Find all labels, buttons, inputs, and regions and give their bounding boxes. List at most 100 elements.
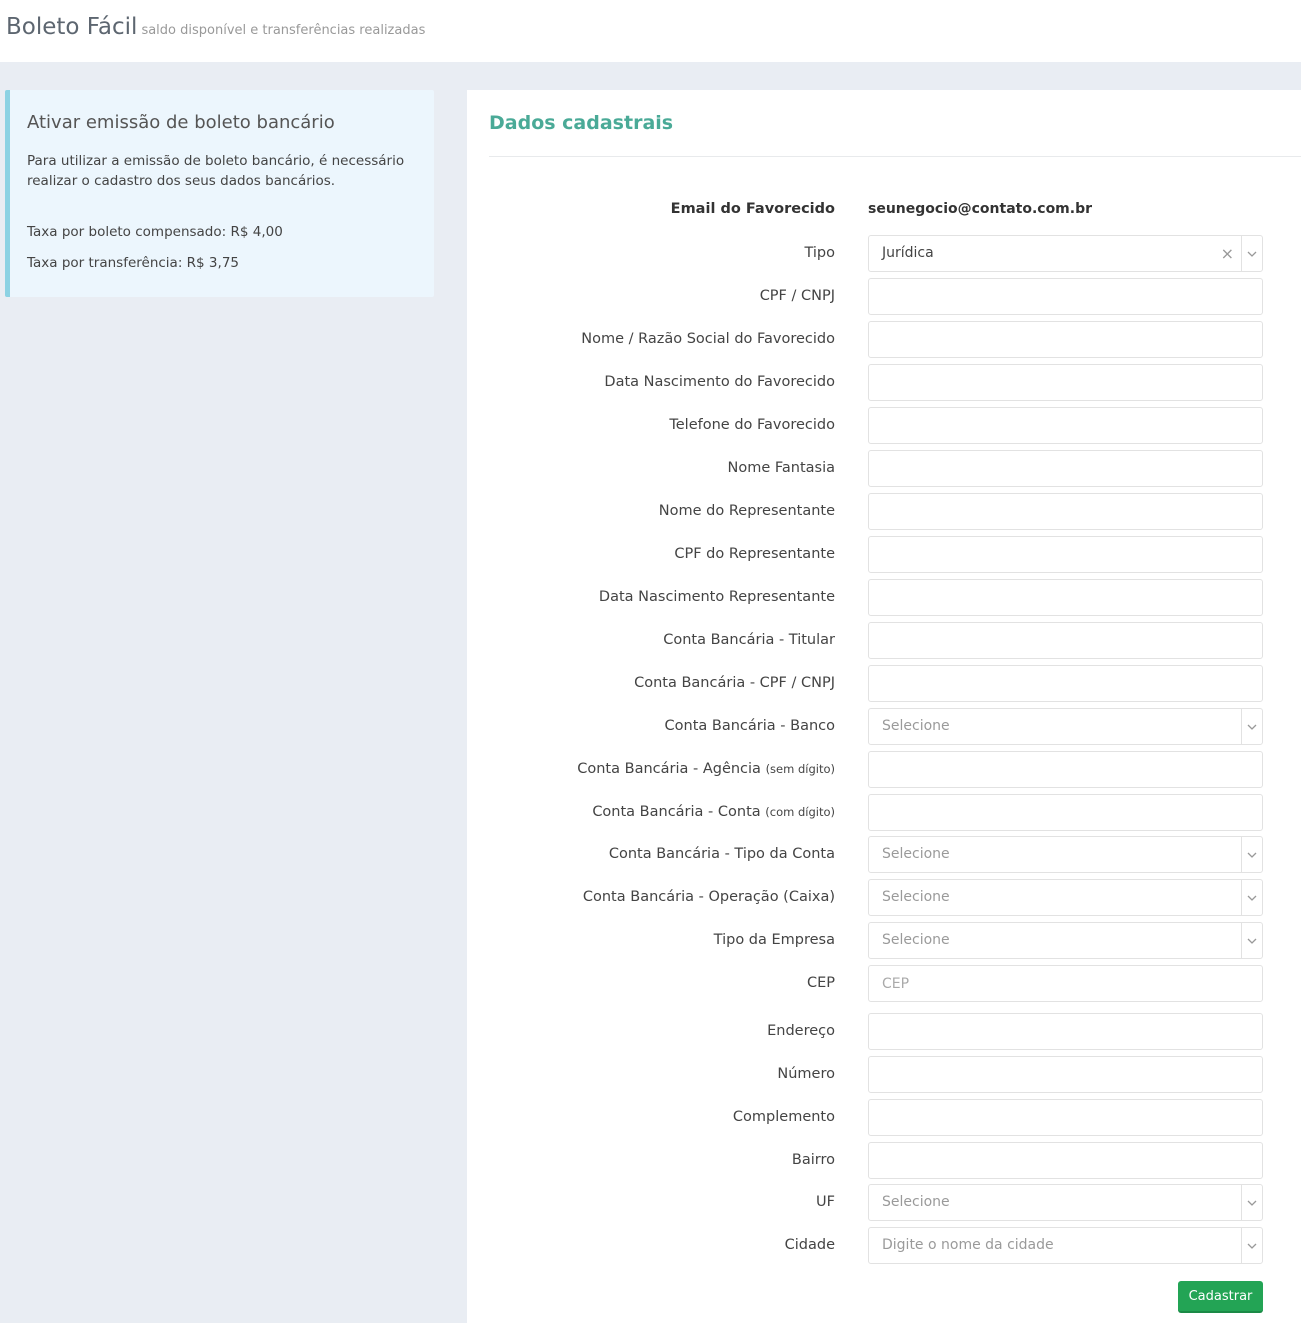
- row-email: Email do Favorecido seunegocio@contato.c…: [467, 191, 1301, 228]
- label-conta: Conta Bancária - Conta (com dígito): [592, 794, 835, 831]
- row-complemento: Complemento: [467, 1099, 1301, 1136]
- label-nome-razao: Nome / Razão Social do Favorecido: [581, 331, 835, 347]
- label-uf: UF: [816, 1194, 835, 1210]
- nome-rep-input[interactable]: [868, 493, 1263, 530]
- cpf-cnpj-input[interactable]: [868, 278, 1263, 315]
- label-agencia-text: Conta Bancária - Agência: [577, 761, 761, 777]
- label-bairro: Bairro: [791, 1152, 835, 1168]
- data-nasc-input[interactable]: [868, 364, 1263, 401]
- uf-select[interactable]: Selecione: [868, 1184, 1263, 1221]
- label-cpf-rep: CPF do Representante: [674, 546, 835, 562]
- tipo-select-value: Jurídica: [882, 245, 934, 261]
- row-endereco: Endereço: [467, 1013, 1301, 1050]
- telefone-input[interactable]: [868, 407, 1263, 444]
- tipo-conta-select-value: Selecione: [882, 846, 950, 862]
- chevron-down-icon[interactable]: [1241, 1228, 1262, 1263]
- tipo-select[interactable]: Jurídica ×: [868, 235, 1263, 272]
- label-operacao: Conta Bancária - Operação (Caixa): [582, 889, 835, 905]
- uf-select-value: Selecione: [882, 1194, 950, 1210]
- row-nome-rep: Nome do Representante: [467, 493, 1301, 530]
- row-cidade: Cidade Digite o nome da cidade: [467, 1227, 1301, 1264]
- cadastrar-button[interactable]: Cadastrar: [1178, 1281, 1263, 1313]
- label-nome-fantasia: Nome Fantasia: [727, 460, 836, 476]
- conta-input[interactable]: [868, 794, 1263, 831]
- chevron-down-icon[interactable]: [1241, 923, 1262, 958]
- conta-cpf-input[interactable]: [868, 665, 1263, 702]
- chevron-down-icon[interactable]: [1241, 837, 1262, 872]
- label-tipo-conta: Conta Bancária - Tipo da Conta: [608, 846, 835, 862]
- label-agencia-hint: (sem dígito): [765, 762, 835, 776]
- label-data-nasc-rep: Data Nascimento Representante: [598, 589, 835, 605]
- fee-boleto: Taxa por boleto compensado: R$ 4,00: [27, 224, 283, 240]
- label-endereco: Endereço: [767, 1023, 835, 1039]
- info-box: Ativar emissão de boleto bancário Para u…: [5, 90, 434, 297]
- label-data-nasc: Data Nascimento do Favorecido: [604, 374, 835, 390]
- label-telefone: Telefone do Favorecido: [669, 417, 835, 433]
- clear-icon[interactable]: ×: [1221, 236, 1234, 271]
- numero-input[interactable]: [868, 1056, 1263, 1093]
- row-banco: Conta Bancária - Banco Selecione: [467, 708, 1301, 745]
- row-cpf-cnpj: CPF / CNPJ: [467, 278, 1301, 315]
- label-cpf-cnpj: CPF / CNPJ: [759, 288, 835, 304]
- cidade-select[interactable]: Digite o nome da cidade: [868, 1227, 1263, 1264]
- label-cep: CEP: [806, 975, 835, 991]
- row-telefone: Telefone do Favorecido: [467, 407, 1301, 444]
- chevron-down-icon[interactable]: [1241, 709, 1262, 744]
- row-conta: Conta Bancária - Conta (com dígito): [467, 794, 1301, 831]
- label-complemento: Complemento: [732, 1109, 835, 1125]
- label-banco: Conta Bancária - Banco: [664, 718, 835, 734]
- operacao-select[interactable]: Selecione: [868, 879, 1263, 916]
- chevron-down-icon[interactable]: [1241, 1185, 1262, 1220]
- bairro-input[interactable]: [868, 1142, 1263, 1179]
- chevron-down-icon[interactable]: [1241, 880, 1262, 915]
- label-tipo-empresa: Tipo da Empresa: [713, 932, 835, 948]
- email-value: seunegocio@contato.com.br: [868, 201, 1093, 217]
- tipo-conta-select[interactable]: Selecione: [868, 836, 1263, 873]
- data-nasc-rep-input[interactable]: [868, 579, 1263, 616]
- panel-divider: [489, 156, 1301, 157]
- banco-select[interactable]: Selecione: [868, 708, 1263, 745]
- chevron-down-icon[interactable]: [1241, 236, 1262, 271]
- nome-fantasia-input[interactable]: [868, 450, 1263, 487]
- row-numero: Número: [467, 1056, 1301, 1093]
- panel-title: Dados cadastrais: [489, 112, 674, 134]
- tipo-empresa-select-value: Selecione: [882, 932, 950, 948]
- top-bar: Boleto Fácil saldo disponível e transferê…: [0, 0, 1301, 62]
- label-nome-rep: Nome do Representante: [658, 503, 835, 519]
- row-agencia: Conta Bancária - Agência (sem dígito): [467, 751, 1301, 788]
- row-titular: Conta Bancária - Titular: [467, 622, 1301, 659]
- row-tipo-empresa: Tipo da Empresa Selecione: [467, 922, 1301, 959]
- form-panel: Dados cadastrais Email do Favorecido seu…: [467, 90, 1301, 1323]
- fee-transfer: Taxa por transferência: R$ 3,75: [27, 255, 239, 271]
- nome-razao-input[interactable]: [868, 321, 1263, 358]
- row-nome-razao: Nome / Razão Social do Favorecido: [467, 321, 1301, 358]
- page-subtitle: saldo disponível e transferências realiz…: [141, 23, 426, 38]
- label-agencia: Conta Bancária - Agência (sem dígito): [577, 751, 835, 788]
- label-conta-hint: (com dígito): [765, 805, 835, 819]
- row-cep: CEP: [467, 965, 1301, 1002]
- cep-input[interactable]: [868, 965, 1263, 1002]
- info-title: Ativar emissão de boleto bancário: [27, 112, 335, 133]
- row-uf: UF Selecione: [467, 1184, 1301, 1221]
- banco-select-value: Selecione: [882, 718, 950, 734]
- titular-input[interactable]: [868, 622, 1263, 659]
- row-data-nasc-rep: Data Nascimento Representante: [467, 579, 1301, 616]
- cpf-rep-input[interactable]: [868, 536, 1263, 573]
- label-conta-cpf: Conta Bancária - CPF / CNPJ: [634, 675, 835, 691]
- label-email: Email do Favorecido: [670, 201, 835, 217]
- page-title: Boleto Fácil saldo disponível e transferê…: [6, 14, 425, 40]
- row-conta-cpf: Conta Bancária - CPF / CNPJ: [467, 665, 1301, 702]
- operacao-select-value: Selecione: [882, 889, 950, 905]
- label-numero: Número: [777, 1066, 835, 1082]
- complemento-input[interactable]: [868, 1099, 1263, 1136]
- label-cidade: Cidade: [784, 1237, 835, 1253]
- tipo-empresa-select[interactable]: Selecione: [868, 922, 1263, 959]
- info-text: Para utilizar a emissão de boleto bancár…: [27, 153, 405, 189]
- label-conta-text: Conta Bancária - Conta: [592, 804, 761, 820]
- agencia-input[interactable]: [868, 751, 1263, 788]
- row-cpf-rep: CPF do Representante: [467, 536, 1301, 573]
- row-data-nasc: Data Nascimento do Favorecido: [467, 364, 1301, 401]
- label-tipo: Tipo: [804, 245, 835, 261]
- label-titular: Conta Bancária - Titular: [663, 632, 835, 648]
- endereco-input[interactable]: [868, 1013, 1263, 1050]
